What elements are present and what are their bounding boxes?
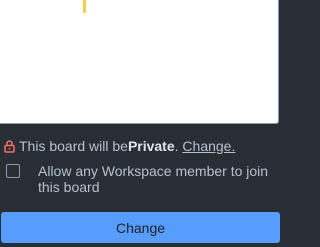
change-button[interactable]: Change bbox=[1, 212, 280, 243]
workspace-join-label[interactable]: Allow any Workspace member to join this … bbox=[38, 163, 274, 195]
text-cursor bbox=[83, 0, 86, 13]
visibility-level: Private bbox=[127, 138, 175, 154]
change-visibility-link[interactable]: Change. bbox=[182, 138, 235, 154]
visibility-period: . bbox=[174, 138, 179, 154]
workspace-join-option: Allow any Workspace member to join this … bbox=[6, 163, 276, 195]
board-preview-area[interactable] bbox=[0, 0, 279, 124]
lock-icon bbox=[2, 138, 16, 154]
workspace-join-checkbox[interactable] bbox=[6, 164, 20, 178]
visibility-prefix-text: This board will be bbox=[19, 138, 128, 154]
board-visibility-notice: This board will be Private. Change. bbox=[2, 137, 235, 155]
